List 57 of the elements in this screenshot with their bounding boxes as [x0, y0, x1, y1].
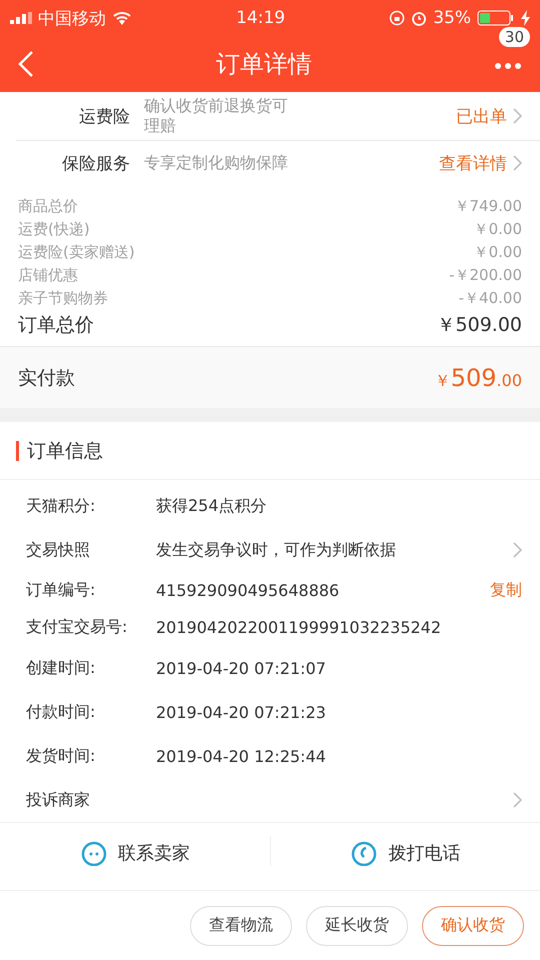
carrier-name: 中国移动 — [38, 8, 106, 30]
price-amount: ￥0.00 — [474, 243, 522, 262]
wifi-icon — [112, 11, 132, 25]
info-value: 415929090495648886 — [156, 581, 340, 600]
info-value: 发生交易争议时，可作为判断依据 — [156, 540, 396, 560]
section-title: 订单信息 — [27, 438, 103, 464]
chevron-icon — [513, 108, 522, 124]
price-label: 运费(快递) — [18, 220, 90, 239]
rotation-lock-icon — [389, 10, 406, 26]
battery-percent: 35% — [433, 8, 471, 28]
chevron-icon — [513, 792, 522, 808]
price-amount: -￥40.00 — [458, 289, 522, 308]
more-icon[interactable] — [494, 62, 522, 70]
info-label: 创建时间: — [26, 658, 96, 678]
contact-link[interactable]: 联系卖家 — [118, 841, 190, 865]
price-label: 亲子节购物券 — [18, 289, 108, 308]
service-description: 确认收货前退换货可理赔 — [144, 96, 289, 136]
action-button[interactable]: 查看物流 — [190, 906, 292, 946]
signal-icon — [10, 12, 32, 24]
total-amount: ￥509.00 — [436, 313, 522, 338]
price-amount: ￥749.00 — [454, 197, 522, 216]
info-label: 交易快照 — [26, 540, 91, 560]
chat-icon — [80, 840, 108, 866]
total-label: 订单总价 — [18, 313, 94, 338]
info-value: 2019-04-20 12:25:44 — [156, 746, 326, 766]
info-value: 2019042022001199991032235242 — [156, 618, 442, 637]
service-label: 运费险 — [78, 106, 131, 128]
chevron-icon — [513, 155, 522, 171]
price-amount: ￥0.00 — [474, 220, 522, 239]
action-button[interactable]: 延长收货 — [306, 906, 408, 946]
paid-amount: ￥509.00 — [434, 364, 522, 392]
info-label: 付款时间: — [26, 702, 96, 722]
info-label: 投诉商家 — [26, 790, 91, 810]
back-icon[interactable] — [18, 50, 34, 78]
message-count-badge: 30 — [498, 26, 530, 46]
contact-link[interactable]: 拨打电话 — [388, 841, 460, 865]
paid-label: 实付款 — [18, 366, 75, 390]
info-label: 支付宝交易号: — [26, 617, 128, 638]
price-amount: -￥200.00 — [449, 266, 522, 285]
info-value: 获得254点积分 — [156, 496, 267, 516]
phone-icon — [350, 840, 378, 866]
chevron-icon — [513, 542, 522, 558]
battery-icon — [476, 10, 515, 26]
info-label: 发货时间: — [26, 746, 96, 766]
page-title: 订单详情 — [216, 49, 312, 80]
info-label: 天猫积分: — [26, 496, 96, 516]
info-value: 2019-04-20 07:21:07 — [156, 658, 326, 678]
charging-icon — [520, 10, 530, 26]
price-label: 运费险(卖家赠送) — [18, 243, 135, 262]
service-label: 保险服务 — [61, 152, 131, 174]
price-label: 商品总价 — [18, 197, 78, 216]
service-description: 专享定制化购物保障 — [144, 153, 289, 173]
info-label: 订单编号: — [26, 580, 96, 601]
info-value: 2019-04-20 07:21:23 — [156, 702, 326, 722]
price-label: 店铺优惠 — [18, 266, 78, 285]
status-time: 14:19 — [236, 8, 286, 28]
alarm-icon — [411, 10, 428, 26]
